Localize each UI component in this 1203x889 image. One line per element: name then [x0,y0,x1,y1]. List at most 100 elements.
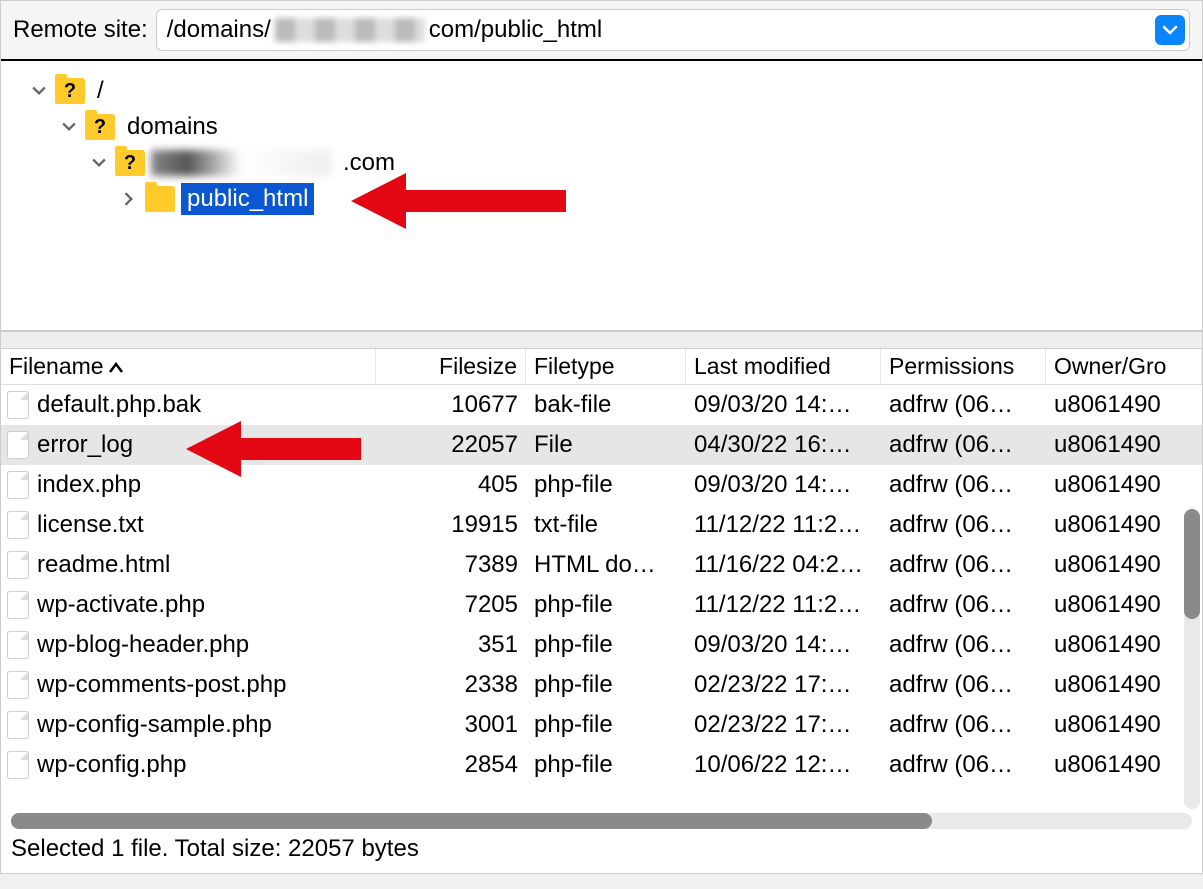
file-permissions: adfrw (06… [881,471,1046,499]
file-row[interactable]: wp-comments-post.php2338php-file02/23/22… [1,665,1202,705]
tree-node-domains[interactable]: ? domains [9,109,1194,145]
path-dropdown-button[interactable] [1155,15,1185,45]
file-name: wp-config.php [37,751,186,779]
file-name: index.php [37,471,141,499]
file-permissions: adfrw (06… [881,511,1046,539]
file-size: 7205 [376,591,526,619]
remote-file-list: Filename Filesize Filetype Last modified… [1,349,1202,873]
horizontal-scrollbar[interactable] [11,813,1192,829]
panel-divider[interactable] [1,331,1202,349]
expander-icon[interactable] [119,189,139,209]
file-icon [7,431,29,459]
file-icon [7,631,29,659]
file-type: php-file [526,711,686,739]
file-name: license.txt [37,511,144,539]
tree-label-suffix: .com [337,147,401,179]
file-name: default.php.bak [37,391,201,419]
file-name: error_log [37,431,133,459]
vertical-scrollbar[interactable] [1184,509,1200,809]
file-row[interactable]: default.php.bak 10677bak-file09/03/20 14:… [1,385,1202,425]
redacted-domain [275,18,425,42]
file-icon [7,511,29,539]
column-header-filetype[interactable]: Filetype [526,349,686,384]
file-name: readme.html [37,551,170,579]
file-icon [7,471,29,499]
file-row[interactable]: wp-config-sample.php3001php-file02/23/22… [1,705,1202,745]
file-row[interactable]: wp-activate.php7205php-file11/12/22 11:2… [1,585,1202,625]
expander-icon[interactable] [59,117,79,137]
file-icon [7,751,29,779]
file-icon [7,591,29,619]
file-size: 19915 [376,511,526,539]
file-icon [7,551,29,579]
file-icon [7,711,29,739]
file-row[interactable]: license.txt19915txt-file11/12/22 11:2…ad… [1,505,1202,545]
redacted-domain-name [151,150,331,176]
sort-ascending-icon [108,353,124,380]
column-header-owner[interactable]: Owner/Gro [1046,349,1202,384]
file-owner: u8061490 [1046,551,1202,579]
expander-icon[interactable] [89,153,109,173]
remote-directory-tree[interactable]: ? / ? domains ? .com public_html [1,61,1202,331]
file-permissions: adfrw (06… [881,431,1046,459]
column-header-modified[interactable]: Last modified [686,349,881,384]
folder-icon [145,186,175,212]
file-icon [7,391,29,419]
remote-path-combo[interactable]: /domains/ com/public_html [156,9,1190,51]
folder-unknown-icon: ? [85,114,115,140]
file-modified: 02/23/22 17:… [686,711,881,739]
tree-label: / [91,75,110,107]
file-permissions: adfrw (06… [881,671,1046,699]
file-row[interactable]: wp-config.php2854php-file10/06/22 12:…ad… [1,745,1202,785]
file-size: 2854 [376,751,526,779]
file-row[interactable]: readme.html7389HTML do…11/16/22 04:2…adf… [1,545,1202,585]
file-modified: 11/12/22 11:2… [686,511,881,539]
file-type: bak-file [526,391,686,419]
file-type: php-file [526,471,686,499]
file-name: wp-comments-post.php [37,671,286,699]
file-size: 10677 [376,391,526,419]
file-owner: u8061490 [1046,591,1202,619]
tree-node-public-html[interactable]: public_html [9,181,1194,217]
file-row[interactable]: wp-blog-header.php351php-file09/03/20 14… [1,625,1202,665]
file-size: 7389 [376,551,526,579]
file-owner: u8061490 [1046,391,1202,419]
file-modified: 09/03/20 14:… [686,391,881,419]
file-size: 2338 [376,671,526,699]
scrollbar-thumb[interactable] [11,813,932,829]
file-modified: 04/30/22 16:… [686,431,881,459]
file-owner: u8061490 [1046,471,1202,499]
path-suffix: com/public_html [429,16,602,44]
file-permissions: adfrw (06… [881,631,1046,659]
file-type: php-file [526,751,686,779]
file-owner: u8061490 [1046,751,1202,779]
column-header-filesize[interactable]: Filesize [376,349,526,384]
tree-label: domains [121,111,224,143]
file-size: 22057 [376,431,526,459]
file-owner: u8061490 [1046,431,1202,459]
file-permissions: adfrw (06… [881,551,1046,579]
remote-site-label: Remote site: [13,16,148,44]
file-name: wp-activate.php [37,591,205,619]
tree-node-root[interactable]: ? / [9,73,1194,109]
file-owner: u8061490 [1046,631,1202,659]
file-owner: u8061490 [1046,711,1202,739]
file-row[interactable]: error_log 22057File04/30/22 16:…adfrw (06… [1,425,1202,465]
expander-icon[interactable] [29,81,49,101]
file-owner: u8061490 [1046,511,1202,539]
file-size: 351 [376,631,526,659]
file-row-partial[interactable] [1,785,1202,805]
file-type: php-file [526,671,686,699]
file-type: HTML do… [526,551,686,579]
header-text: Filename [9,353,104,380]
folder-unknown-icon: ? [55,78,85,104]
column-header-filename[interactable]: Filename [1,349,376,384]
column-header-permissions[interactable]: Permissions [881,349,1046,384]
file-modified: 09/03/20 14:… [686,631,881,659]
file-icon [7,671,29,699]
tree-node-domain[interactable]: ? .com [9,145,1194,181]
scrollbar-thumb[interactable] [1184,509,1200,619]
column-headers: Filename Filesize Filetype Last modified… [1,349,1202,385]
file-row[interactable]: index.php405php-file09/03/20 14:…adfrw (… [1,465,1202,505]
file-type: File [526,431,686,459]
